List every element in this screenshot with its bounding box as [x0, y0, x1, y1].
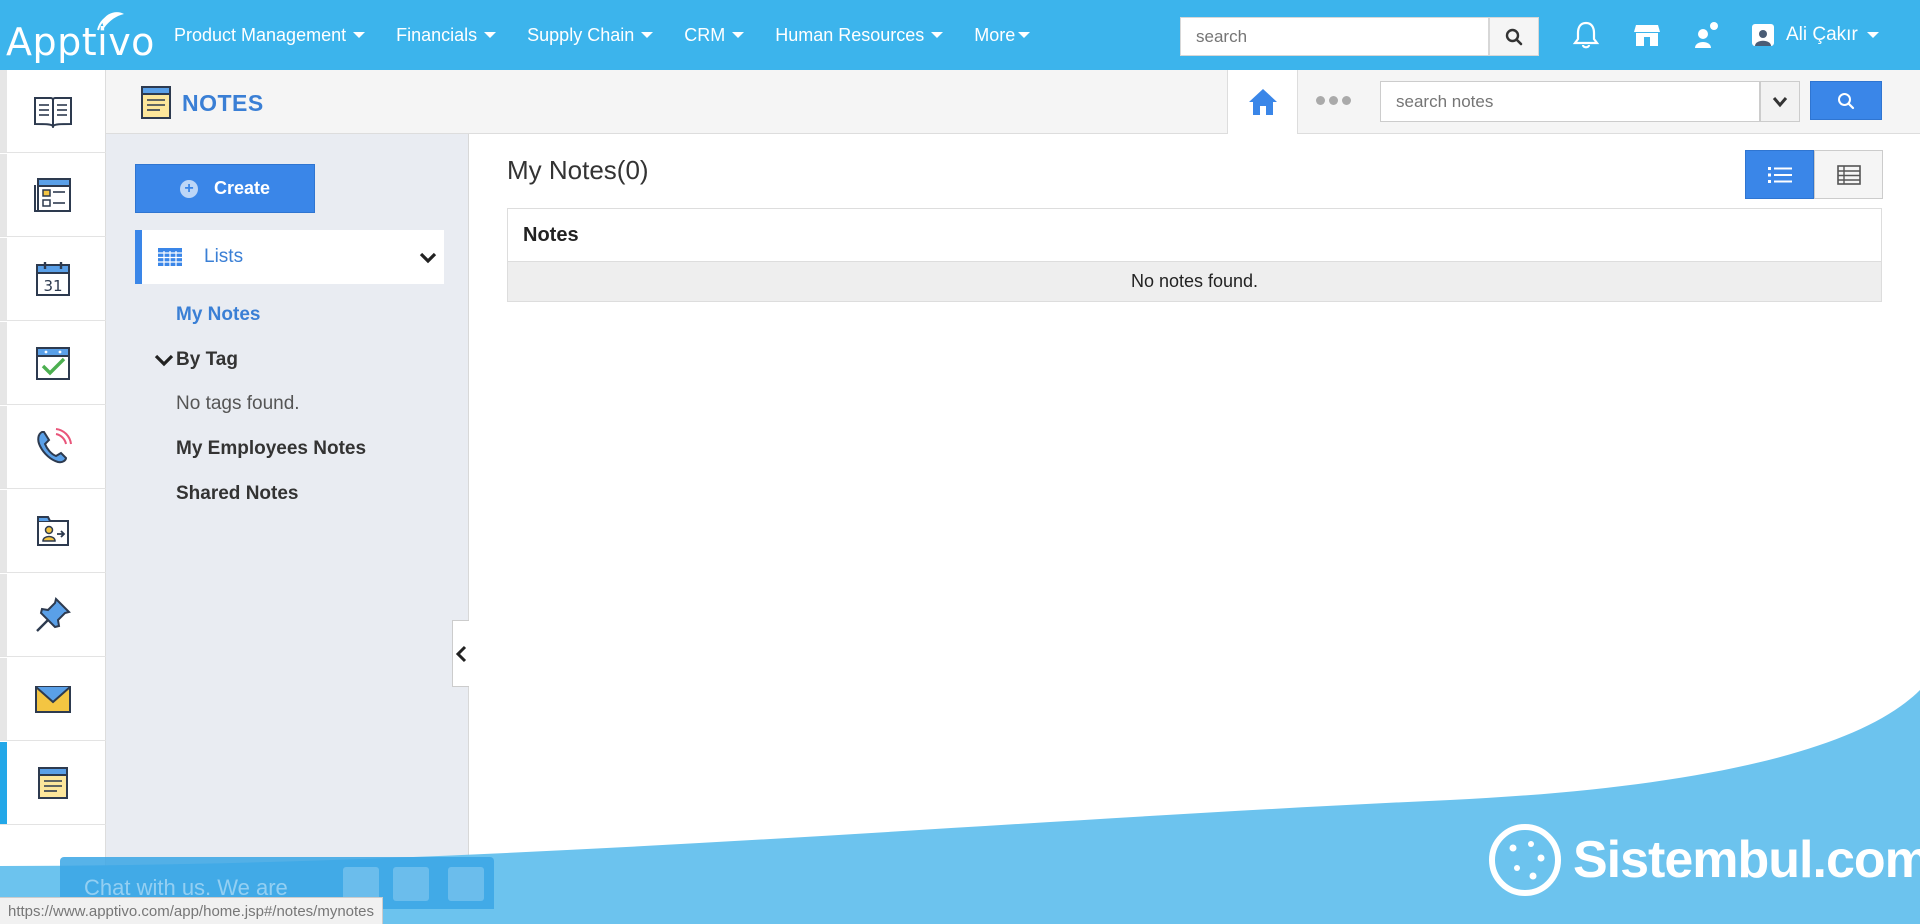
notifications-button[interactable]: [1569, 18, 1603, 52]
notes-search-button[interactable]: [1810, 81, 1882, 120]
status-bar-url: https://www.apptivo.com/app/home.jsp#/no…: [0, 897, 384, 924]
user-menu[interactable]: Ali Çakır: [1752, 18, 1879, 52]
rail-item-pins[interactable]: [0, 574, 106, 657]
notes-app-icon: [140, 84, 172, 125]
chevron-down-icon: [154, 354, 174, 367]
phone-call-icon: [37, 428, 72, 464]
task-check-icon: [36, 347, 70, 380]
main-menu: Product Management Financials Supply Cha…: [174, 0, 1061, 70]
no-tags-message: No tags found.: [176, 393, 300, 414]
watermark-text: Sistembul.com: [1573, 831, 1920, 889]
home-button[interactable]: [1227, 70, 1298, 134]
app-header: NOTES: [106, 70, 1920, 134]
contact-card-icon: [37, 516, 69, 546]
calendar-icon: 31: [36, 262, 70, 296]
create-label: Create: [213, 178, 271, 198]
watermark-logo-icon: [1489, 824, 1561, 896]
notes-table: Notes No notes found.: [507, 208, 1882, 302]
menu-label: Supply Chain: [527, 24, 635, 45]
menu-supply-chain[interactable]: Supply Chain: [527, 24, 654, 46]
rail-item-form[interactable]: [0, 154, 106, 237]
caret-down-icon: [641, 32, 654, 38]
by-tag-toggle[interactable]: By Tag: [154, 349, 238, 371]
chevron-down-icon: [1772, 96, 1788, 107]
global-search-input[interactable]: [1180, 17, 1489, 56]
global-search-button[interactable]: [1489, 17, 1539, 56]
book-icon: [34, 97, 72, 128]
caret-down-icon: [1866, 32, 1879, 38]
menu-financials[interactable]: Financials: [396, 24, 497, 46]
menu-product-management[interactable]: Product Management: [174, 24, 366, 46]
caret-down-icon: [484, 32, 497, 38]
apptivo-logo[interactable]: Apptivo: [6, 8, 154, 64]
search-filter-dropdown[interactable]: [1760, 81, 1800, 122]
page-title: NOTES: [182, 90, 264, 116]
table-view-button[interactable]: [1814, 150, 1883, 199]
list-title: My Notes(0): [507, 155, 649, 185]
caret-down-icon: [353, 32, 366, 38]
menu-human-resources[interactable]: Human Resources: [775, 24, 944, 46]
collapse-panel-button[interactable]: [452, 620, 469, 687]
store-icon: [1634, 25, 1660, 46]
rail-item-calendar[interactable]: 31: [0, 238, 106, 321]
bell-icon: [1572, 21, 1600, 49]
table-icon: [1836, 164, 1861, 185]
table-grid-icon: [158, 248, 182, 266]
avatar: [1752, 24, 1774, 46]
plus-circle-icon: +: [179, 179, 198, 198]
my-employees-notes-link[interactable]: My Employees Notes: [176, 438, 366, 460]
app-store-button[interactable]: [1630, 18, 1664, 52]
caret-down-icon: [1018, 32, 1031, 38]
pin-icon: [36, 597, 71, 632]
menu-more[interactable]: More: [974, 24, 1031, 46]
menu-crm[interactable]: CRM: [684, 24, 745, 46]
lists-section-header[interactable]: Lists: [135, 230, 444, 284]
chevron-left-icon: [455, 645, 467, 662]
logo-text: Apptivo: [6, 20, 155, 64]
caret-down-icon: [931, 32, 944, 38]
shared-notes-link[interactable]: Shared Notes: [176, 483, 298, 505]
list-view-button[interactable]: [1745, 150, 1814, 199]
view-toggle: [1745, 150, 1883, 199]
form-icon: [34, 178, 71, 212]
search-icon: [1838, 92, 1855, 109]
create-button[interactable]: + Create: [135, 164, 315, 213]
rail-item-contacts[interactable]: [0, 490, 106, 573]
rail-item-book[interactable]: [0, 70, 106, 153]
search-icon: [1505, 28, 1523, 45]
user-name: Ali Çakır: [1786, 24, 1858, 45]
caret-down-icon: [732, 32, 745, 38]
watermark: Sistembul.com: [1487, 822, 1920, 898]
menu-label: Human Resources: [775, 24, 925, 45]
minimize-chat-icon[interactable]: [448, 867, 484, 901]
top-navigation-bar: Apptivo Product Management Financials Su…: [0, 0, 1920, 70]
empty-table-message: No notes found.: [508, 262, 1881, 301]
lists-label: Lists: [204, 246, 244, 267]
chat-bubble-icon[interactable]: [343, 867, 379, 901]
my-notes-link[interactable]: My Notes: [176, 304, 260, 326]
menu-label: Product Management: [174, 24, 347, 45]
phone-icon[interactable]: [393, 867, 429, 901]
rail-item-tasks[interactable]: [0, 322, 106, 405]
home-icon: [1248, 89, 1277, 115]
list-icon: [1767, 166, 1792, 183]
user-avatar-icon: [1755, 30, 1771, 46]
notes-search-input[interactable]: [1380, 81, 1760, 122]
chevron-down-icon: [419, 252, 437, 264]
menu-label: CRM: [684, 24, 726, 45]
calendar-day-number: 31: [43, 277, 62, 295]
user-connections-button[interactable]: [1690, 18, 1724, 52]
people-icon: [1695, 22, 1718, 48]
by-tag-label: By Tag: [176, 349, 238, 370]
rail-item-calls[interactable]: [0, 406, 106, 489]
more-options-icon[interactable]: [1316, 96, 1351, 105]
menu-label: More: [974, 24, 1016, 45]
table-header-notes[interactable]: Notes: [508, 209, 1881, 262]
menu-label: Financials: [396, 24, 478, 45]
